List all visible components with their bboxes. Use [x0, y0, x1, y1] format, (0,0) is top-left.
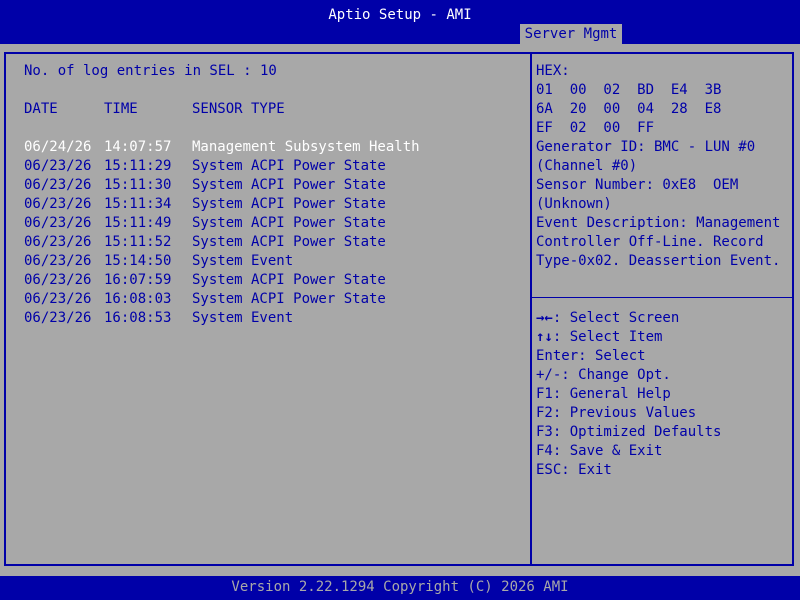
log-sensor-type: System ACPI Power State — [192, 234, 386, 250]
frame-divider — [530, 52, 532, 566]
detail-line: EF 02 00 FF — [536, 120, 655, 136]
log-time: 15:11:29 — [104, 158, 172, 174]
tab-server-mgmt[interactable]: Server Mgmt — [520, 24, 622, 44]
table-row[interactable]: 06/23/26 16:07:59 System ACPI Power Stat… — [24, 271, 524, 290]
help-separator — [532, 297, 792, 298]
help-previous-values: F2: Previous Values — [536, 405, 697, 421]
log-time: 15:11:30 — [104, 177, 172, 193]
log-date: 06/23/26 — [24, 215, 92, 231]
log-sensor-type: System ACPI Power State — [192, 215, 386, 231]
main-panel: No. of log entries in SEL : 10 DATE TIME… — [0, 44, 800, 576]
log-sensor-type: System Event — [192, 253, 294, 269]
log-sensor-type: System ACPI Power State — [192, 196, 386, 212]
column-header-sensor-type: SENSOR TYPE — [192, 101, 285, 117]
sel-entries-count: No. of log entries in SEL : 10 — [24, 63, 277, 79]
detail-line: Type-0x02. Deassertion Event. — [536, 253, 781, 269]
log-sensor-type: System ACPI Power State — [192, 158, 386, 174]
log-time: 15:11:52 — [104, 234, 172, 250]
log-sensor-type: System ACPI Power State — [192, 291, 386, 307]
table-row[interactable]: 06/23/26 15:11:52 System ACPI Power Stat… — [24, 233, 524, 252]
app-title: Aptio Setup - AMI — [328, 7, 472, 23]
table-row[interactable]: 06/23/26 15:11:30 System ACPI Power Stat… — [24, 176, 524, 195]
table-row[interactable]: 06/23/26 16:08:53 System Event — [24, 309, 524, 328]
log-date: 06/23/26 — [24, 177, 92, 193]
detail-line: HEX: — [536, 63, 570, 79]
detail-line: Generator ID: BMC - LUN #0 — [536, 139, 756, 155]
log-sensor-type: System ACPI Power State — [192, 177, 386, 193]
log-time: 16:08:03 — [104, 291, 172, 307]
title-bar: Aptio Setup - AMI Server Mgmt — [0, 0, 800, 44]
detail-line: (Unknown) — [536, 196, 612, 212]
arrow-up-down-icon: ↑↓ — [536, 329, 553, 345]
help-enter-select: Enter: Select — [536, 348, 646, 364]
log-date: 06/23/26 — [24, 310, 92, 326]
table-row[interactable]: 06/23/26 15:11:29 System ACPI Power Stat… — [24, 157, 524, 176]
table-row[interactable]: 06/24/26 14:07:57 Management Subsystem H… — [24, 138, 524, 157]
log-sensor-type: System ACPI Power State — [192, 272, 386, 288]
detail-line: Sensor Number: 0xE8 OEM — [536, 177, 739, 193]
detail-line: 6A 20 00 04 28 E8 — [536, 101, 722, 117]
log-date: 06/23/26 — [24, 291, 92, 307]
frame-right — [792, 52, 794, 566]
log-date: 06/23/26 — [24, 253, 92, 269]
help-esc-exit: ESC: Exit — [536, 462, 612, 478]
help-change-opt: +/-: Change Opt. — [536, 367, 671, 383]
log-time: 15:11:49 — [104, 215, 172, 231]
log-date: 06/24/26 — [24, 139, 92, 155]
log-sensor-type: Management Subsystem Health — [192, 139, 420, 155]
help-general-help: F1: General Help — [536, 386, 671, 402]
help-optimized-defaults: F3: Optimized Defaults — [536, 424, 722, 440]
help-select-item: ↑↓: Select Item — [536, 329, 663, 345]
detail-line: 01 00 02 BD E4 3B — [536, 82, 722, 98]
table-row[interactable]: 06/23/26 16:08:03 System ACPI Power Stat… — [24, 290, 524, 309]
table-row[interactable]: 06/23/26 15:11:34 System ACPI Power Stat… — [24, 195, 524, 214]
frame-left — [4, 52, 6, 566]
arrow-left-right-icon: →← — [536, 310, 553, 326]
log-date: 06/23/26 — [24, 272, 92, 288]
version-footer: Version 2.22.1294 Copyright (C) 2026 AMI — [231, 579, 569, 595]
log-time: 16:07:59 — [104, 272, 172, 288]
log-date: 06/23/26 — [24, 196, 92, 212]
log-date: 06/23/26 — [24, 158, 92, 174]
table-row[interactable]: 06/23/26 15:14:50 System Event — [24, 252, 524, 271]
log-time: 15:14:50 — [104, 253, 172, 269]
log-time: 15:11:34 — [104, 196, 172, 212]
log-sensor-type: System Event — [192, 310, 294, 326]
frame-bottom — [4, 564, 794, 566]
column-header-time: TIME — [104, 101, 138, 117]
detail-line: Event Description: Management — [536, 215, 781, 231]
table-row[interactable]: 06/23/26 15:11:49 System ACPI Power Stat… — [24, 214, 524, 233]
status-bar: Version 2.22.1294 Copyright (C) 2026 AMI — [0, 576, 800, 600]
log-date: 06/23/26 — [24, 234, 92, 250]
help-select-screen: →←: Select Screen — [536, 310, 680, 326]
help-save-exit: F4: Save & Exit — [536, 443, 663, 459]
log-time: 14:07:57 — [104, 139, 172, 155]
frame-top — [4, 52, 794, 54]
detail-line: (Channel #0) — [536, 158, 638, 174]
detail-line: Controller Off-Line. Record — [536, 234, 764, 250]
log-time: 16:08:53 — [104, 310, 172, 326]
column-header-date: DATE — [24, 101, 58, 117]
